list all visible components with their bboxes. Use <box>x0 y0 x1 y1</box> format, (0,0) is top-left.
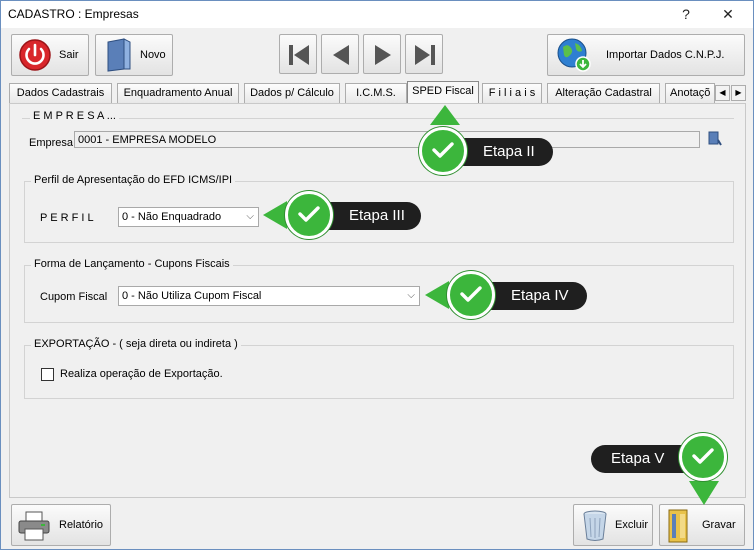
relatorio-button[interactable]: Relatório <box>11 504 111 546</box>
tab-enquadramento-anual[interactable]: Enquadramento Anual <box>117 83 239 103</box>
skip-last-icon <box>415 45 435 65</box>
exportacao-group-title: EXPORTAÇÃO - ( seja direta ou indireta ) <box>31 338 241 350</box>
chevron-down-icon: ⌵ <box>407 290 415 301</box>
power-icon <box>19 39 51 71</box>
exportacao-checkbox-label: Realiza operação de Exportação. <box>60 368 223 380</box>
cupom-select-value: 0 - Não Utiliza Cupom Fiscal <box>122 290 262 302</box>
checkmark-icon <box>692 448 714 464</box>
novo-button[interactable]: Novo <box>95 34 173 76</box>
sped-fiscal-panel: E M P R E S A ... Empresa 0001 - EMPRESA… <box>9 103 746 498</box>
exportacao-checkbox[interactable] <box>41 368 54 381</box>
tab-filiais[interactable]: F i l i a i s <box>482 83 542 103</box>
help-button[interactable]: ? <box>669 3 703 25</box>
relatorio-label: Relatório <box>59 519 104 531</box>
perfil-select[interactable]: 0 - Não Enquadrado ⌵ <box>118 207 259 227</box>
next-icon <box>375 45 391 65</box>
gravar-label: Gravar <box>702 519 736 531</box>
previous-record-button[interactable] <box>321 34 359 74</box>
perfil-select-value: 0 - Não Enquadrado <box>122 211 222 223</box>
gravar-button[interactable]: Gravar <box>659 504 745 546</box>
globe-download-icon <box>557 38 591 72</box>
perfil-label: P E R F I L <box>40 212 94 224</box>
last-record-button[interactable] <box>405 34 443 74</box>
title-bar: CADASTRO : Empresas ? ✕ <box>1 1 753 28</box>
etapa4-pointer <box>425 281 449 309</box>
printer-icon <box>18 511 50 541</box>
etapa4-badge <box>447 271 495 319</box>
skip-first-icon <box>289 45 309 65</box>
sair-button[interactable]: Sair <box>11 34 89 76</box>
excluir-label: Excluir <box>615 519 649 531</box>
tab-strip: Dados Cadastrais Enquadramento Anual Dad… <box>9 81 749 104</box>
excluir-button[interactable]: Excluir <box>573 504 653 546</box>
next-record-button[interactable] <box>363 34 401 74</box>
chevron-down-icon: ⌵ <box>246 211 254 222</box>
tab-dados-cadastrais[interactable]: Dados Cadastrais <box>9 83 112 103</box>
etapa5-pointer <box>689 481 719 505</box>
cupom-group-title: Forma de Lançamento - Cupons Fiscais <box>31 258 233 270</box>
etapa3-badge <box>285 191 333 239</box>
importar-cnpj-button[interactable]: Importar Dados C.N.P.J. <box>547 34 745 76</box>
window-title: CADASTRO : Empresas <box>8 7 139 21</box>
cadastro-window: CADASTRO : Empresas ? ✕ Sair Novo Import… <box>0 0 754 550</box>
empresa-group-title: E M P R E S A ... <box>30 110 119 122</box>
empresa-label: Empresa <box>29 137 74 149</box>
first-record-button[interactable] <box>279 34 317 74</box>
etapa2-pointer <box>430 105 460 125</box>
checkmark-icon <box>432 142 454 158</box>
tab-anotacoes[interactable]: Anotaçõ <box>665 83 715 103</box>
checkmark-icon <box>460 286 482 302</box>
close-button[interactable]: ✕ <box>711 3 745 25</box>
tab-dados-calculo[interactable]: Dados p/ Cálculo <box>244 83 340 103</box>
trash-icon <box>583 510 607 541</box>
etapa5-badge <box>679 433 727 481</box>
tab-icms[interactable]: I.C.M.S. <box>345 83 407 103</box>
novo-label: Novo <box>140 49 166 61</box>
etapa3-pointer <box>263 201 287 229</box>
new-document-icon <box>107 38 131 72</box>
sair-label: Sair <box>59 49 79 61</box>
save-binder-icon <box>668 509 688 543</box>
tab-scroll-right[interactable]: ▶ <box>731 85 746 101</box>
previous-icon <box>333 45 349 65</box>
tab-alteracao-cadastral[interactable]: Alteração Cadastral <box>547 83 660 103</box>
empresa-field[interactable]: 0001 - EMPRESA MODELO <box>74 131 700 148</box>
checkmark-icon <box>298 206 320 222</box>
etapa2-badge <box>419 127 467 175</box>
tab-sped-fiscal[interactable]: SPED Fiscal <box>407 81 479 104</box>
perfil-group-title: Perfil de Apresentação do EFD ICMS/IPI <box>31 174 236 186</box>
cupom-select[interactable]: 0 - Não Utiliza Cupom Fiscal ⌵ <box>118 286 420 306</box>
lookup-icon[interactable] <box>708 131 722 147</box>
tab-scroll-left[interactable]: ◀ <box>715 85 730 101</box>
cupom-label: Cupom Fiscal <box>40 291 108 303</box>
importar-label: Importar Dados C.N.P.J. <box>606 49 725 61</box>
